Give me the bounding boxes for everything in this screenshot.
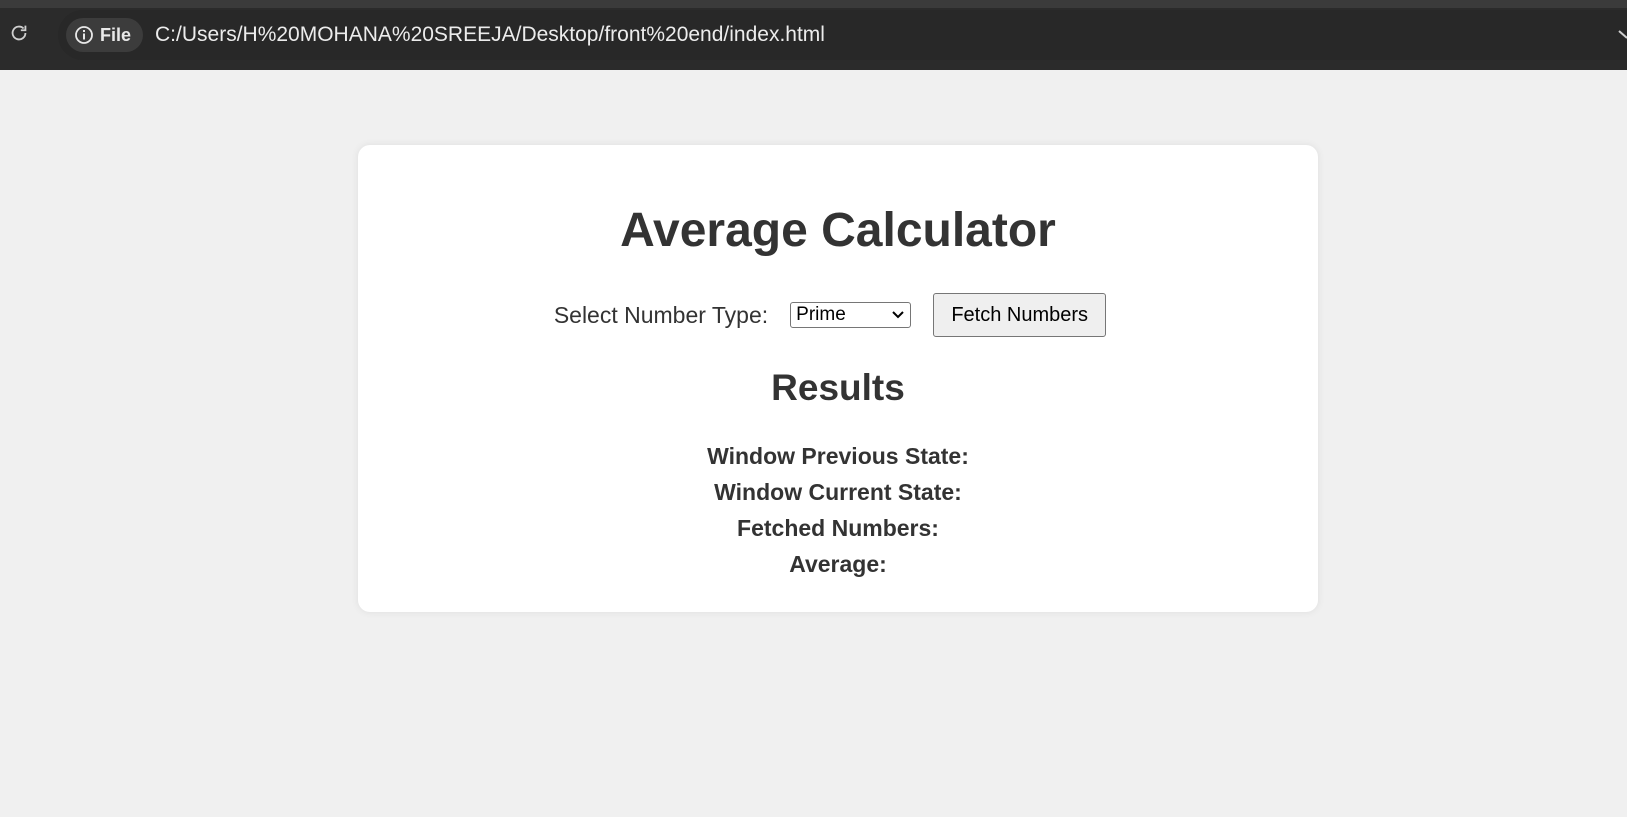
number-type-select[interactable]: Prime	[790, 302, 912, 328]
results-list: Window Previous State: Window Current St…	[358, 439, 1318, 583]
browser-toolbar: File C:/Users/H%20MOHANA%20SREEJA/Deskto…	[0, 0, 1627, 70]
page-title: Average Calculator	[620, 204, 1056, 257]
selected-type-value: Prime	[796, 304, 846, 325]
controls-row: Select Number Type: Prime Fetch Numbers	[358, 293, 1318, 337]
result-average: Average:	[789, 551, 887, 577]
address-bar[interactable]: File C:/Users/H%20MOHANA%20SREEJA/Deskto…	[58, 10, 1627, 60]
result-fetched-numbers: Fetched Numbers:	[737, 515, 939, 541]
info-icon	[75, 26, 93, 44]
calculator-card: Average Calculator Select Number Type: P…	[358, 145, 1318, 612]
chevron-down-icon	[1618, 30, 1627, 39]
reload-button[interactable]	[6, 20, 32, 46]
toolbar-menu-chevron[interactable]	[1617, 28, 1627, 42]
url-text[interactable]: C:/Users/H%20MOHANA%20SREEJA/Desktop/fro…	[155, 23, 825, 47]
fetch-numbers-button[interactable]: Fetch Numbers	[933, 293, 1107, 337]
results-heading: Results	[771, 367, 905, 408]
number-type-label: Select Number Type:	[553, 301, 769, 328]
site-info-chip[interactable]: File	[66, 18, 144, 52]
result-window-previous-state: Window Previous State:	[707, 443, 969, 469]
site-chip-label: File	[100, 24, 132, 45]
result-window-current-state: Window Current State:	[714, 479, 962, 505]
reload-icon	[11, 25, 27, 41]
chevron-down-icon	[892, 311, 904, 319]
